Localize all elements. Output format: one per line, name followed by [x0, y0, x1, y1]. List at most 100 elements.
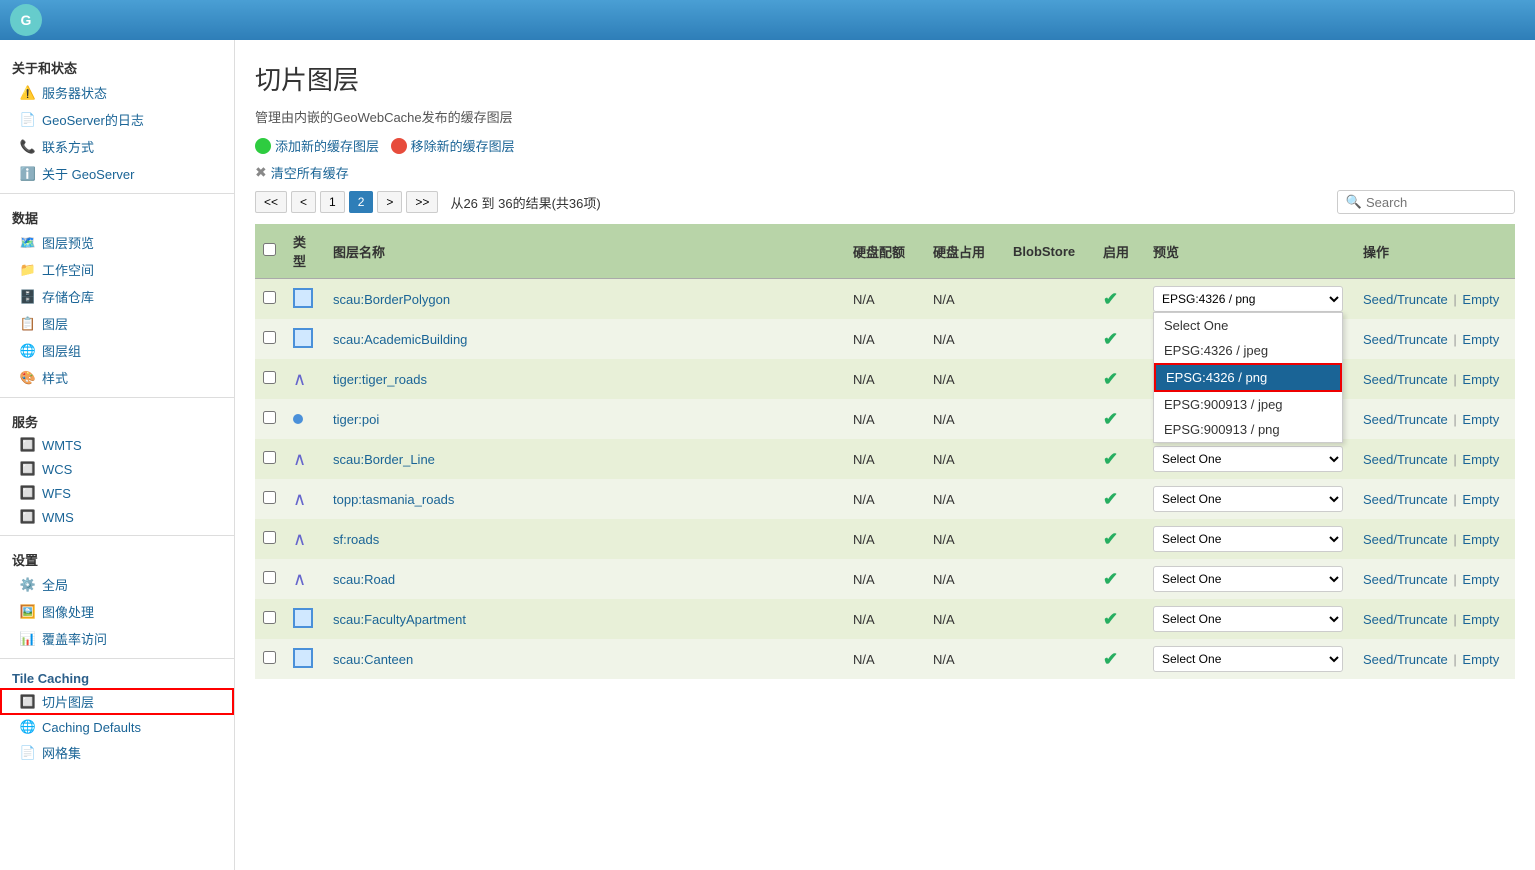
seed-truncate-link-6[interactable]: Seed/Truncate [1363, 532, 1448, 547]
layer-name-3[interactable]: tiger:poi [333, 412, 379, 427]
sidebar-item-image-proc[interactable]: 🖼️ 图像处理 [0, 598, 234, 625]
empty-link-5[interactable]: Empty [1462, 492, 1499, 507]
row-checkbox-0[interactable] [263, 291, 276, 304]
dropdown-item-epsg900913_jpeg[interactable]: EPSG:900913 / jpeg [1154, 392, 1342, 417]
add-cache-layer-link[interactable]: 添加新的缓存图层 [275, 136, 379, 155]
row-checkbox-3[interactable] [263, 411, 276, 424]
sidebar-item-contact[interactable]: 📞 联系方式 [0, 133, 234, 160]
remove-cache-layer-link[interactable]: 移除新的缓存图层 [411, 136, 515, 155]
empty-link-3[interactable]: Empty [1462, 412, 1499, 427]
seed-truncate-link-4[interactable]: Seed/Truncate [1363, 452, 1448, 467]
page2-btn[interactable]: 2 [349, 191, 374, 213]
sidebar-item-workspace[interactable]: 📁 工作空间 [0, 256, 234, 283]
page1-btn[interactable]: 1 [320, 191, 345, 213]
layer-name-8[interactable]: scau:FacultyApartment [333, 612, 466, 627]
layer-name-1[interactable]: scau:AcademicBuilding [333, 332, 467, 347]
row-checkbox-9[interactable] [263, 651, 276, 664]
sidebar-item-global[interactable]: ⚙️ 全局 [0, 571, 234, 598]
preview-select-9[interactable]: Select OneEPSG:4326 / jpegEPSG:4326 / pn… [1153, 646, 1343, 672]
dropdown-item-epsg4326_jpeg[interactable]: EPSG:4326 / jpeg [1154, 338, 1342, 363]
layer-name-9[interactable]: scau:Canteen [333, 652, 413, 667]
empty-link-8[interactable]: Empty [1462, 612, 1499, 627]
sidebar-item-layers[interactable]: 📋 图层 [0, 310, 234, 337]
sidebar-item-wcs[interactable]: 🔲 WCS [0, 457, 234, 481]
seed-truncate-link-8[interactable]: Seed/Truncate [1363, 612, 1448, 627]
preview-select-7[interactable]: Select OneEPSG:4326 / jpegEPSG:4326 / pn… [1153, 566, 1343, 592]
point-icon [293, 414, 303, 424]
first-page-btn[interactable]: << [255, 191, 287, 213]
top-bar: G [0, 0, 1535, 40]
row-checkbox-6[interactable] [263, 531, 276, 544]
row-checkbox-7[interactable] [263, 571, 276, 584]
seed-truncate-link-9[interactable]: Seed/Truncate [1363, 652, 1448, 667]
sidebar-item-caching-defaults[interactable]: 🌐 Caching Defaults [0, 715, 234, 739]
select-all-checkbox[interactable] [263, 243, 276, 256]
sidebar-item-wmts[interactable]: 🔲 WMTS [0, 433, 234, 457]
sidebar-item-geoserver-log[interactable]: 📄 GeoServer的日志 [0, 106, 234, 133]
layer-name-5[interactable]: topp:tasmania_roads [333, 492, 454, 507]
enabled-check-2: ✔ [1103, 369, 1118, 389]
seed-truncate-link-3[interactable]: Seed/Truncate [1363, 412, 1448, 427]
seed-truncate-link-2[interactable]: Seed/Truncate [1363, 372, 1448, 387]
seed-truncate-link-1[interactable]: Seed/Truncate [1363, 332, 1448, 347]
sidebar-item-wfs[interactable]: 🔲 WFS [0, 481, 234, 505]
preview-select-8[interactable]: Select OneEPSG:4326 / jpegEPSG:4326 / pn… [1153, 606, 1343, 632]
row-checkbox-1[interactable] [263, 331, 276, 344]
layer-name-7[interactable]: scau:Road [333, 572, 395, 587]
sidebar-item-tile-layers[interactable]: 🔲 切片图层 [0, 688, 234, 715]
layer-name-2[interactable]: tiger:tiger_roads [333, 372, 427, 387]
preview-select-4[interactable]: Select OneEPSG:4326 / jpegEPSG:4326 / pn… [1153, 446, 1343, 472]
quota-8: N/A [845, 599, 925, 639]
clear-cache-link[interactable]: 清空所有缓存 [271, 163, 349, 182]
ops-cell-2: Seed/Truncate | Empty [1355, 359, 1515, 399]
prev-page-btn[interactable]: < [291, 191, 316, 213]
line-icon: ∧ [293, 569, 306, 589]
seed-truncate-link-5[interactable]: Seed/Truncate [1363, 492, 1448, 507]
sidebar-item-styles[interactable]: 🎨 样式 [0, 364, 234, 391]
sidebar-item-gridsets[interactable]: 📄 网格集 [0, 739, 234, 766]
preview-select-5[interactable]: Select OneEPSG:4326 / jpegEPSG:4326 / pn… [1153, 486, 1343, 512]
row-checkbox-2[interactable] [263, 371, 276, 384]
row-checkbox-8[interactable] [263, 611, 276, 624]
row-checkbox-4[interactable] [263, 451, 276, 464]
dropdown-item-epsg4326_png[interactable]: EPSG:4326 / png [1154, 363, 1342, 392]
sidebar-item-server-status[interactable]: ⚠️ 服务器状态 [0, 79, 234, 106]
empty-link-6[interactable]: Empty [1462, 532, 1499, 547]
sidebar-item-wms[interactable]: 🔲 WMS [0, 505, 234, 529]
polygon-icon [293, 648, 313, 668]
empty-link-9[interactable]: Empty [1462, 652, 1499, 667]
last-page-btn[interactable]: >> [406, 191, 438, 213]
ops-cell-5: Seed/Truncate | Empty [1355, 479, 1515, 519]
layer-name-6[interactable]: sf:roads [333, 532, 379, 547]
defaults-icon: 🌐 [20, 719, 36, 735]
layer-name-4[interactable]: scau:Border_Line [333, 452, 435, 467]
search-box[interactable]: 🔍 [1337, 190, 1515, 214]
empty-link-0[interactable]: Empty [1462, 292, 1499, 307]
next-page-btn[interactable]: > [377, 191, 402, 213]
sidebar-item-coverage[interactable]: 📊 覆盖率访问 [0, 625, 234, 652]
blobstore-8 [1005, 599, 1095, 639]
seed-truncate-link-0[interactable]: Seed/Truncate [1363, 292, 1448, 307]
preview-select-0[interactable]: Select OneEPSG:4326 / jpegEPSG:4326 / pn… [1153, 286, 1343, 312]
sidebar-item-about[interactable]: ℹ️ 关于 GeoServer [0, 160, 234, 187]
empty-link-1[interactable]: Empty [1462, 332, 1499, 347]
sidebar-item-layer-preview[interactable]: 🗺️ 图层预览 [0, 229, 234, 256]
sidebar-item-layergroup[interactable]: 🌐 图层组 [0, 337, 234, 364]
blobstore-3 [1005, 399, 1095, 439]
polygon-icon [293, 328, 313, 348]
enabled-check-9: ✔ [1103, 649, 1118, 669]
wmts-icon: 🔲 [20, 437, 36, 453]
empty-link-4[interactable]: Empty [1462, 452, 1499, 467]
sidebar-item-store[interactable]: 🗄️ 存储仓库 [0, 283, 234, 310]
dropdown-item-epsg900913_png[interactable]: EPSG:900913 / png [1154, 417, 1342, 442]
layer-name-0[interactable]: scau:BorderPolygon [333, 292, 450, 307]
empty-link-2[interactable]: Empty [1462, 372, 1499, 387]
search-input[interactable] [1366, 195, 1506, 210]
seed-truncate-link-7[interactable]: Seed/Truncate [1363, 572, 1448, 587]
preview-select-6[interactable]: Select OneEPSG:4326 / jpegEPSG:4326 / pn… [1153, 526, 1343, 552]
dropdown-item-[interactable]: Select One [1154, 313, 1342, 338]
row-checkbox-5[interactable] [263, 491, 276, 504]
empty-link-7[interactable]: Empty [1462, 572, 1499, 587]
page-description: 管理由内嵌的GeoWebCache发布的缓存图层 [255, 107, 1515, 126]
line-icon: ∧ [293, 369, 306, 389]
